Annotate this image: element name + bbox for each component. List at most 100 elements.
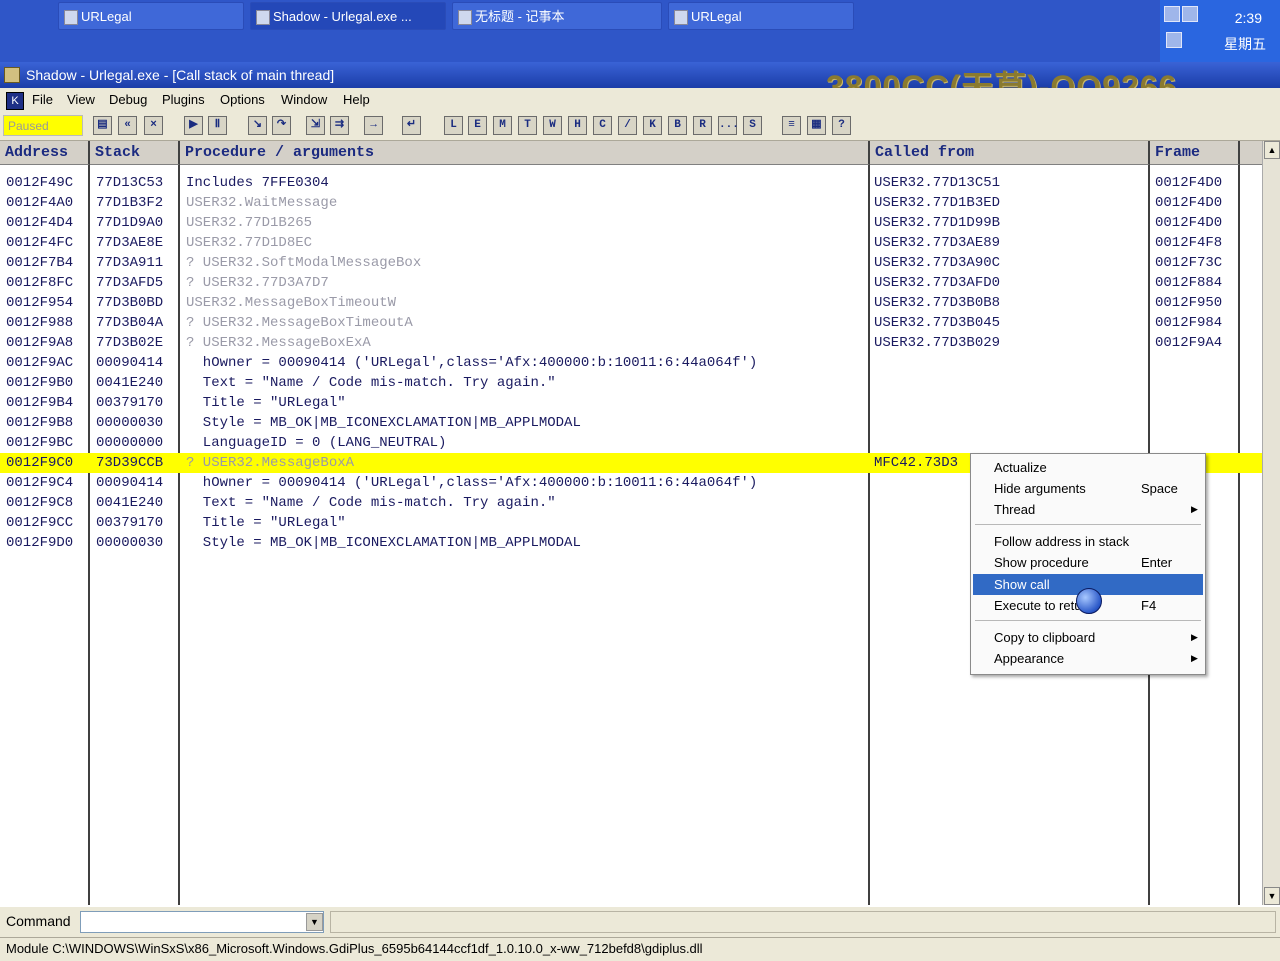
toolbar-ellipsis-button[interactable]: ... xyxy=(718,116,739,135)
menu-item-copy-to-clipboard[interactable]: Copy to clipboard ▶ xyxy=(973,627,1203,648)
taskbar-item-label: URLegal xyxy=(81,9,132,24)
menu-item-thread[interactable]: Thread ▶ xyxy=(973,499,1203,520)
cell-procedure: USER32.77D1B265 xyxy=(186,215,313,231)
mdi-child-icon[interactable]: K xyxy=(6,92,24,110)
taskbar-item-urlegal[interactable]: URLegal xyxy=(58,2,244,30)
table-row[interactable]: 0012F9B8 00000030 Style = MB_OK|MB_ICONEX… xyxy=(0,413,1262,433)
toolbar-s-button[interactable]: S xyxy=(743,116,762,135)
taskbar-item-shadow[interactable]: Shadow - Urlegal.exe ... xyxy=(250,2,446,30)
menu-view[interactable]: View xyxy=(67,92,95,107)
cell-stack: 00000030 xyxy=(96,535,164,551)
toolbar-h-button[interactable]: H xyxy=(568,116,587,135)
input-method-icon[interactable] xyxy=(1166,32,1182,48)
cell-stack: 73D39CCB xyxy=(96,455,164,471)
table-row[interactable]: 0012F9A8 77D3B02E ? USER32.MessageBoxExA US… xyxy=(0,333,1262,353)
vertical-scrollbar[interactable]: ▲ ▼ xyxy=(1262,141,1280,905)
menu-item-actualize[interactable]: Actualize xyxy=(973,457,1203,478)
volume-icon[interactable] xyxy=(1182,6,1198,22)
table-row[interactable]: 0012F9BC 00000000 LanguageID = 0 (LANG_NE… xyxy=(0,433,1262,453)
column-header-frame[interactable]: Frame xyxy=(1150,141,1240,165)
taskbar-item-urlegal-2[interactable]: URLegal xyxy=(668,2,854,30)
table-row[interactable]: 0012F4D4 77D1D9A0 USER32.77D1B265 USER32.77… xyxy=(0,213,1262,233)
toolbar-m-button[interactable]: M xyxy=(493,116,512,135)
table-row[interactable]: 0012F4FC 77D3AE8E USER32.77D1D8EC USER32.77… xyxy=(0,233,1262,253)
open-icon[interactable]: ▤ xyxy=(93,116,112,135)
restart-icon[interactable]: « xyxy=(118,116,137,135)
toolbar-w-button[interactable]: W xyxy=(543,116,562,135)
column-header-called-from[interactable]: Called from xyxy=(870,141,1150,165)
step-into-icon[interactable]: ↘ xyxy=(248,116,267,135)
window-icon xyxy=(256,10,270,25)
cell-procedure: ? USER32.MessageBoxA xyxy=(186,455,355,471)
cell-stack: 77D13C53 xyxy=(96,175,164,191)
menu-item-show-procedure[interactable]: Show procedure Enter xyxy=(973,552,1203,573)
taskbar-item-notepad[interactable]: 无标题 - 记事本 xyxy=(452,2,662,30)
cell-called-from: USER32.77D3AFD0 xyxy=(874,275,1001,291)
toolbar-r-button[interactable]: R xyxy=(693,116,712,135)
table-row[interactable]: 0012F9B4 00379170 Title = "URLegal" xyxy=(0,393,1262,413)
menu-window[interactable]: Window xyxy=(281,92,327,107)
options-icon[interactable]: ▦ xyxy=(807,116,826,135)
run-icon[interactable]: ▶ xyxy=(184,116,203,135)
cell-frame: 0012F4F8 xyxy=(1155,235,1223,251)
pause-icon[interactable]: Ⅱ xyxy=(208,116,227,135)
toolbar-slash-button[interactable]: / xyxy=(618,116,637,135)
step-over-icon[interactable]: ↷ xyxy=(272,116,291,135)
cell-frame: 0012F950 xyxy=(1155,295,1223,311)
toolbar-b-button[interactable]: B xyxy=(668,116,687,135)
column-header-stack[interactable]: Stack xyxy=(90,141,180,165)
cell-stack: 00090414 xyxy=(96,475,164,491)
table-row[interactable]: 0012F8FC 77D3AFD5 ? USER32.77D3A7D7 USER32.… xyxy=(0,273,1262,293)
table-row[interactable]: 0012F954 77D3B0BD USER32.MessageBoxTimeout… xyxy=(0,293,1262,313)
toolbar-k-button[interactable]: K xyxy=(643,116,662,135)
command-input[interactable] xyxy=(80,911,324,933)
toolbar-e-button[interactable]: E xyxy=(468,116,487,135)
menu-separator xyxy=(975,524,1201,525)
cell-procedure: ? USER32.MessageBoxTimeoutA xyxy=(186,315,413,331)
menu-debug[interactable]: Debug xyxy=(109,92,147,107)
table-row[interactable]: 0012F9B0 0041E240 Text = "Name / Code mis… xyxy=(0,373,1262,393)
column-header-procedure[interactable]: Procedure / arguments xyxy=(180,141,870,165)
table-row[interactable]: 0012F988 77D3B04A ? USER32.MessageBoxTimeo… xyxy=(0,313,1262,333)
cell-stack: 00090414 xyxy=(96,355,164,371)
list-icon[interactable]: ≡ xyxy=(782,116,801,135)
menu-item-follow-address[interactable]: Follow address in stack xyxy=(973,531,1203,552)
menu-item-hide-arguments[interactable]: Hide arguments Space xyxy=(973,478,1203,499)
execute-till-return-icon[interactable]: → xyxy=(364,116,383,135)
trace-into-icon[interactable]: ⇲ xyxy=(306,116,325,135)
chevron-down-icon[interactable]: ▼ xyxy=(306,913,323,931)
menu-options[interactable]: Options xyxy=(220,92,265,107)
toolbar-t-button[interactable]: T xyxy=(518,116,537,135)
help-icon[interactable]: ? xyxy=(832,116,851,135)
scroll-down-icon[interactable]: ▼ xyxy=(1264,887,1280,905)
app-icon[interactable] xyxy=(4,67,20,83)
cell-procedure: USER32.WaitMessage xyxy=(186,195,338,211)
cell-address: 0012F954 xyxy=(6,295,74,311)
cell-procedure: Includes 7FFE0304 xyxy=(186,175,329,191)
menu-file[interactable]: File xyxy=(32,92,53,107)
table-row[interactable]: 0012F49C 77D13C53 Includes 7FFE0304 USER32.… xyxy=(0,173,1262,193)
network-icon[interactable] xyxy=(1164,6,1180,22)
cell-stack: 77D3B0BD xyxy=(96,295,164,311)
cell-address: 0012F9C8 xyxy=(6,495,74,511)
cell-procedure: Title = "URLegal" xyxy=(186,395,346,411)
table-row[interactable]: 0012F4A0 77D1B3F2 USER32.WaitMessage USER32… xyxy=(0,193,1262,213)
close-icon[interactable]: × xyxy=(144,116,163,135)
menu-item-appearance[interactable]: Appearance ▶ xyxy=(973,648,1203,669)
menu-plugins[interactable]: Plugins xyxy=(162,92,205,107)
toolbar-c-button[interactable]: C xyxy=(593,116,612,135)
trace-over-icon[interactable]: ⇉ xyxy=(330,116,349,135)
go-to-icon[interactable]: ↵ xyxy=(402,116,421,135)
submenu-arrow-icon: ▶ xyxy=(1191,504,1198,514)
cell-procedure: ? USER32.SoftModalMessageBox xyxy=(186,255,422,271)
table-row[interactable]: 0012F7B4 77D3A911 ? USER32.SoftModalMessag… xyxy=(0,253,1262,273)
toolbar-l-button[interactable]: L xyxy=(444,116,463,135)
cell-stack: 77D3A911 xyxy=(96,255,164,271)
cell-frame: 0012F4D0 xyxy=(1155,175,1223,191)
cell-procedure: hOwner = 00090414 ('URLegal',class='Afx:… xyxy=(186,355,758,371)
menu-help[interactable]: Help xyxy=(343,92,370,107)
column-header-address[interactable]: Address xyxy=(0,141,90,165)
table-row[interactable]: 0012F9AC 00090414 hOwner = 00090414 ('URL… xyxy=(0,353,1262,373)
scroll-up-icon[interactable]: ▲ xyxy=(1264,141,1280,159)
menu-item-shortcut: Space xyxy=(1141,481,1178,496)
